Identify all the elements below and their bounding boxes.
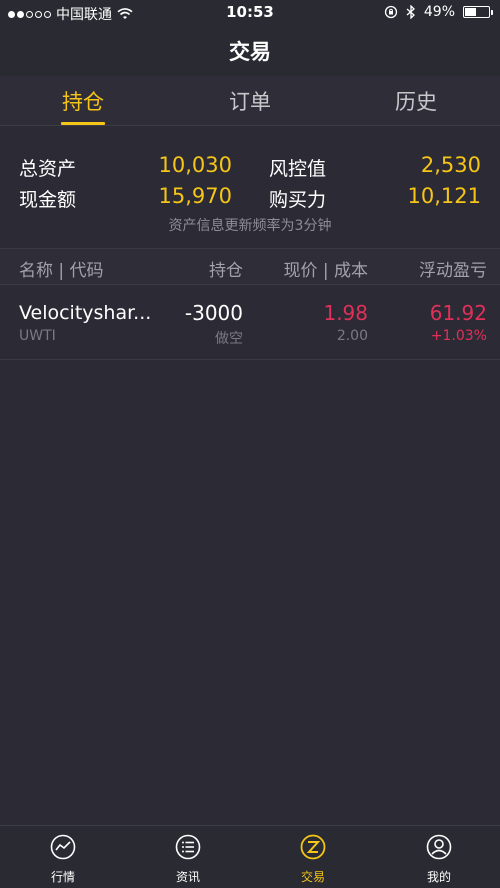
battery-fill — [465, 8, 477, 16]
header-pnl: 浮动盈亏 — [419, 261, 487, 281]
position-name: Velocityshar... — [19, 302, 152, 324]
cost-price: 2.00 — [336, 328, 368, 344]
tabbar-label-me: 我的 — [426, 870, 451, 884]
account-summary: 总资产 10,030 风控值 2,530 现金额 15,970 购买力 10,1… — [0, 127, 500, 249]
header-position: 持仓 — [209, 261, 243, 281]
tabbar-item-trade[interactable]: 交易 — [273, 834, 353, 885]
buying-power-value: 10,121 — [407, 184, 481, 208]
total-assets-value: 10,030 — [158, 153, 232, 177]
tabbar-label-market: 行情 — [50, 870, 75, 884]
tab-orders[interactable]: 订单 — [190, 86, 310, 116]
header-price-cost: 现价 | 成本 — [283, 261, 368, 281]
tabbar-item-me[interactable]: 我的 — [399, 834, 479, 885]
table-row[interactable]: Velocityshar... UWTI -3000 做空 1.98 2.00 … — [0, 286, 500, 360]
buying-power-label: 购买力 — [269, 189, 327, 211]
risk-value: 2,530 — [420, 153, 481, 177]
position-quantity: -3000 — [184, 301, 243, 325]
list-icon — [175, 834, 201, 860]
tabbar-label-trade: 交易 — [300, 870, 325, 884]
chart-line-icon — [50, 834, 76, 860]
tabbar-item-news[interactable]: 资讯 — [148, 834, 228, 885]
battery-percent: 49% — [423, 4, 455, 20]
cash-label: 现金额 — [19, 189, 77, 211]
floating-pnl-percent: +1.03% — [430, 328, 487, 344]
position-side: 做空 — [215, 331, 243, 347]
risk-value-label: 风控值 — [269, 158, 327, 180]
total-assets-label: 总资产 — [19, 158, 77, 180]
current-price: 1.98 — [323, 301, 368, 325]
floating-pnl: 61.92 — [429, 301, 487, 325]
header-name-code: 名称 | 代码 — [19, 261, 104, 281]
tab-history[interactable]: 历史 — [356, 86, 476, 116]
update-frequency-note: 资产信息更新频率为3分钟 — [168, 218, 332, 234]
tabbar-label-news: 资讯 — [175, 870, 200, 884]
active-tab-indicator — [61, 122, 105, 125]
status-bar: 中国联通 10:53 49% — [0, 0, 500, 26]
tabbar-item-market[interactable]: 行情 — [23, 834, 103, 885]
cash-value: 15,970 — [158, 184, 232, 208]
page-title: 交易 — [229, 40, 271, 64]
bottom-tab-bar: 行情 资讯 交易 我的 — [0, 825, 500, 888]
nav-bar: 交易 — [0, 26, 500, 76]
trade-z-icon — [300, 834, 326, 860]
bluetooth-icon — [406, 5, 415, 19]
status-right: 49% — [384, 4, 493, 20]
user-icon — [426, 834, 452, 860]
positions-table-header: 名称 | 代码 持仓 现价 | 成本 浮动盈亏 — [0, 249, 500, 285]
orientation-lock-icon — [384, 5, 398, 19]
segment-tabs: 持仓 订单 历史 — [0, 76, 500, 126]
tab-positions[interactable]: 持仓 — [23, 86, 143, 116]
battery-icon — [463, 6, 493, 18]
position-code: UWTI — [19, 328, 56, 344]
